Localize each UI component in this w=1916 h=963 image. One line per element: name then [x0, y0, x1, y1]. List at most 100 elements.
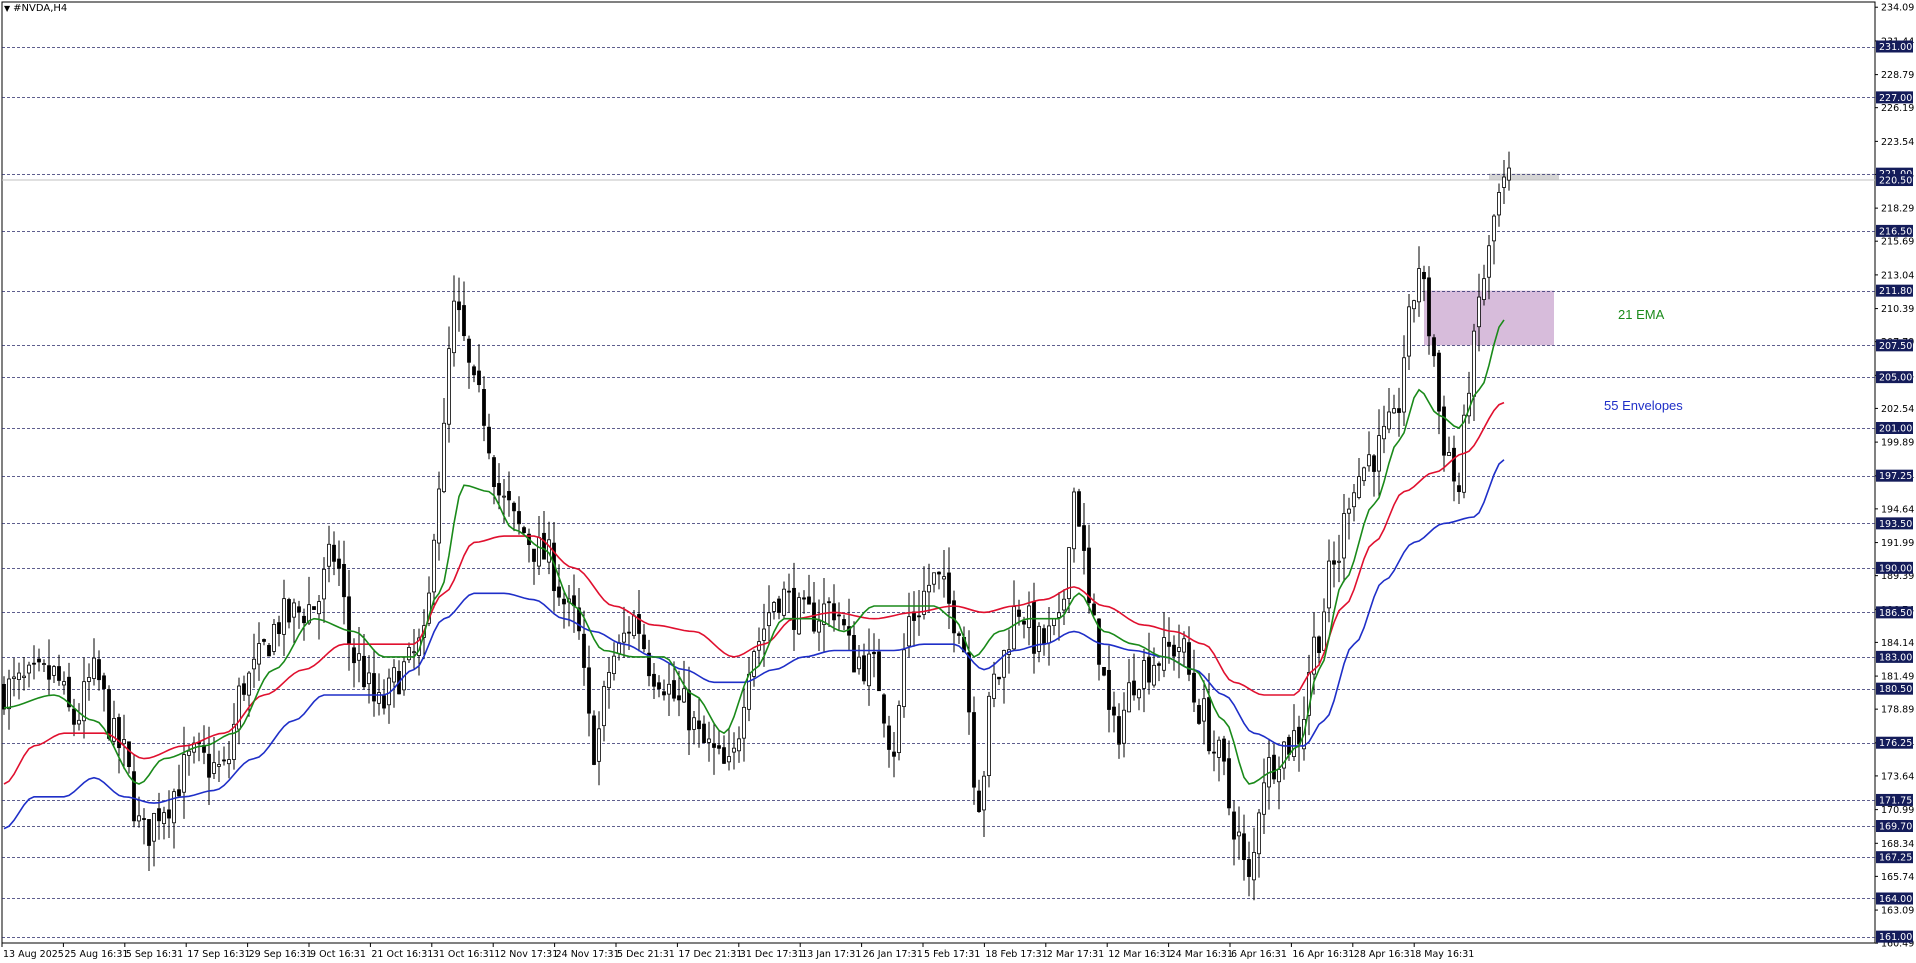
y-tick-label: 168.34: [1881, 839, 1914, 850]
candle-body: [1037, 625, 1041, 652]
candle: [1492, 214, 1496, 265]
candle: [1292, 704, 1296, 762]
candle: [1452, 435, 1456, 502]
candle: [1122, 692, 1126, 758]
candle: [152, 812, 156, 867]
candle: [1212, 730, 1216, 772]
candle: [1157, 661, 1161, 682]
candle: [532, 548, 536, 585]
candle: [37, 648, 41, 672]
candle-body: [312, 606, 316, 610]
candle: [347, 570, 351, 671]
y-tick-label: 223.54: [1881, 137, 1914, 148]
candle-body: [1122, 709, 1126, 744]
candle: [912, 591, 916, 647]
candle: [1172, 635, 1176, 671]
candle: [982, 770, 986, 838]
candle: [257, 622, 261, 681]
candle: [607, 657, 611, 709]
candle-body: [642, 634, 646, 650]
candle-body: [1257, 812, 1261, 855]
ema-line: [3, 319, 1505, 785]
candle: [312, 606, 316, 610]
price-box-label: 180.50: [1879, 684, 1912, 695]
candle-body: [1382, 425, 1386, 440]
candle-body: [792, 587, 796, 630]
candle-body: [522, 527, 526, 533]
candle: [1002, 649, 1006, 704]
candle: [372, 649, 376, 717]
candle-body: [72, 708, 76, 725]
candle: [1307, 654, 1311, 736]
candle-body: [252, 658, 256, 670]
candle: [1072, 487, 1076, 563]
price-box-label: 169.70: [1879, 822, 1912, 833]
candle: [242, 675, 246, 702]
candle-body: [1027, 605, 1031, 629]
candle-body: [1182, 638, 1186, 653]
candle: [1217, 736, 1221, 782]
x-tick-label: 17 Dec 21:31: [678, 949, 742, 960]
candle-body: [682, 688, 686, 703]
candle: [697, 698, 701, 748]
candle: [1057, 592, 1061, 641]
candle: [32, 645, 36, 680]
candle: [107, 685, 111, 741]
candle: [687, 666, 691, 755]
candle: [597, 711, 601, 786]
candle: [227, 741, 231, 779]
price-box-label: 227.00: [1879, 93, 1912, 104]
candle-body: [1502, 176, 1506, 188]
x-tick-label: 24 Mar 16:31: [1170, 949, 1233, 960]
candle: [1147, 632, 1151, 695]
candle: [122, 714, 126, 770]
candle: [232, 703, 236, 770]
candle: [407, 642, 411, 663]
candle-body: [1327, 560, 1331, 609]
candle-body: [212, 762, 216, 774]
candle: [1232, 800, 1236, 866]
candle-body: [777, 598, 781, 613]
candle-body: [1432, 337, 1436, 357]
candle: [437, 471, 441, 561]
candle: [737, 726, 741, 763]
candle-body: [892, 751, 896, 757]
candle-body: [477, 370, 481, 386]
candle: [707, 721, 711, 762]
candle-body: [1332, 560, 1336, 565]
price-chart[interactable]: 234.09231.44228.79226.19223.54220.94218.…: [0, 0, 1916, 963]
candle-body: [407, 647, 411, 661]
candle: [162, 806, 166, 840]
candle-body: [507, 491, 511, 501]
chart-container[interactable]: 234.09231.44228.79226.19223.54220.94218.…: [0, 0, 1916, 963]
candle: [777, 595, 781, 620]
candle: [972, 696, 976, 805]
candle: [1387, 388, 1391, 434]
candle-body: [92, 657, 96, 679]
candle-body: [142, 818, 146, 820]
candle-body: [597, 728, 601, 762]
candle: [742, 685, 746, 762]
candle: [527, 528, 531, 563]
candle-body: [1012, 606, 1016, 650]
candle: [1052, 618, 1056, 636]
candle: [1402, 335, 1406, 426]
candle-body: [1142, 660, 1146, 689]
candle-body: [1237, 831, 1241, 837]
candle-body: [497, 483, 501, 496]
candle: [732, 732, 736, 770]
candle-body: [867, 653, 871, 687]
candle-body: [447, 348, 451, 425]
candle-body: [672, 680, 676, 699]
candle: [1187, 626, 1191, 682]
candle: [387, 668, 391, 724]
collapse-triangle-icon[interactable]: ▼: [4, 4, 10, 13]
candle-body: [457, 301, 461, 311]
candle-body: [7, 678, 11, 710]
y-tick-label: 199.89: [1881, 438, 1914, 449]
candle: [132, 754, 136, 828]
candle: [1407, 294, 1411, 371]
candle-body: [1372, 455, 1376, 472]
candle: [772, 601, 776, 620]
candle: [1227, 740, 1231, 816]
